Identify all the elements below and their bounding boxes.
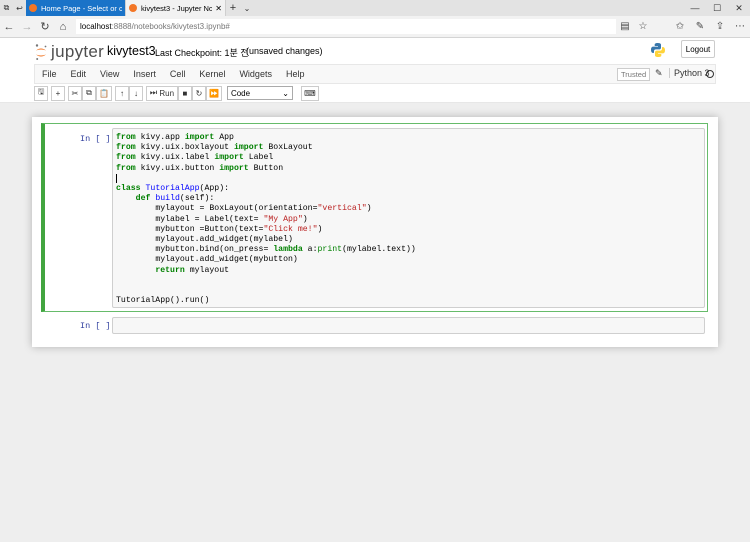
- keyboard-shortcuts-icon[interactable]: ⌨: [300, 85, 319, 101]
- run-label: Run: [159, 88, 175, 98]
- set-tabs-aside-icon[interactable]: ↩: [13, 0, 26, 16]
- code-line: class TutorialApp(App):: [116, 184, 230, 194]
- tab-actions-icon[interactable]: ⧉: [0, 0, 13, 16]
- home-icon[interactable]: ⌂: [54, 21, 72, 33]
- copy-icon[interactable]: ⧉: [82, 85, 96, 101]
- checkpoint-status: Last Checkpoint: 1분 전: [155, 48, 249, 58]
- code-line: return mylayout: [155, 265, 230, 275]
- chevron-down-icon[interactable]: ⌄: [240, 4, 254, 13]
- move-up-icon[interactable]: ↑: [114, 85, 129, 101]
- kernel-name[interactable]: Python 3: [669, 68, 710, 78]
- code-line: from kivy.uix.button import Button: [116, 163, 284, 173]
- code-line: mylabel = Label(text= "My App"): [155, 214, 308, 224]
- reading-view-icon[interactable]: ▤: [616, 21, 634, 32]
- code-line: from kivy.app import App: [116, 133, 234, 142]
- code-line: mylayout.add_widget(mybutton): [155, 255, 298, 265]
- menu-insert[interactable]: Insert: [126, 64, 163, 84]
- forward-icon[interactable]: →: [18, 21, 36, 33]
- code-line: def build(self):: [135, 194, 215, 204]
- stop-icon[interactable]: ■: [177, 85, 192, 101]
- close-tab-icon[interactable]: ✕: [215, 4, 222, 13]
- jupyter-logo[interactable]: jupyter: [34, 42, 104, 62]
- favorite-star-icon[interactable]: ☆: [634, 21, 652, 32]
- address-bar-row: ← → ↻ ⌂ localhost:8888/notebooks/kivytes…: [0, 16, 750, 38]
- cell-prompt: In [ ]:: [80, 134, 116, 144]
- browser-tab-home[interactable]: Home Page - Select or create: [26, 0, 126, 16]
- empty-code-input[interactable]: [112, 317, 705, 334]
- close-window-icon[interactable]: ✕: [728, 3, 750, 14]
- back-icon[interactable]: ←: [0, 21, 18, 33]
- new-tab-icon[interactable]: +: [226, 2, 240, 14]
- code-line: mybutton =Button(text="Click me!"): [155, 224, 323, 234]
- menu-help[interactable]: Help: [279, 64, 312, 84]
- maximize-icon[interactable]: ☐: [706, 3, 728, 14]
- refresh-icon[interactable]: ↻: [36, 20, 54, 33]
- python-logo-icon: [651, 43, 665, 57]
- menu-bar: File Edit View Insert Cell Kernel Widget…: [34, 64, 716, 84]
- minimize-icon[interactable]: —: [684, 3, 706, 14]
- code-line: mylayout = BoxLayout(orientation="vertic…: [155, 204, 372, 214]
- jupyter-favicon-icon: [129, 4, 137, 12]
- url-input[interactable]: localhost:8888/notebooks/kivytest3.ipynb…: [76, 19, 616, 34]
- run-icon: ⏭: [149, 88, 158, 97]
- code-line: TutorialApp().run(): [116, 296, 210, 306]
- menu-kernel[interactable]: Kernel: [192, 64, 232, 84]
- code-editor-text[interactable]: from kivy.app import App from kivy.uix.bo…: [116, 133, 416, 306]
- code-line: from kivy.uix.boxlayout import BoxLayout: [116, 143, 313, 153]
- url-path: :8888/notebooks/kivytest3.ipynb#: [111, 22, 230, 31]
- tab-title: Home Page - Select or create: [41, 3, 122, 13]
- trusted-indicator[interactable]: Trusted: [617, 68, 651, 81]
- notebook-toolbar: 🖫 + ✂ ⧉ 📋 ↑ ↓ ⏭ Run ■ ↻ ⏩ Code ⌄ ⌨: [34, 85, 716, 101]
- run-button[interactable]: ⏭ Run: [145, 85, 178, 101]
- kernel-status-icon: [706, 70, 714, 78]
- notes-icon[interactable]: ✎: [690, 21, 710, 32]
- autosave-status: (unsaved changes): [246, 46, 323, 56]
- restart-icon[interactable]: ↻: [191, 85, 206, 101]
- browser-tab-strip: ⧉ ↩ Home Page - Select or create kivytes…: [0, 0, 750, 16]
- cut-icon[interactable]: ✂: [68, 85, 82, 101]
- edit-mode-pencil-icon: ✎: [655, 68, 663, 78]
- restart-run-all-icon[interactable]: ⏩: [205, 85, 222, 101]
- menu-edit[interactable]: Edit: [64, 64, 94, 84]
- menu-view[interactable]: View: [93, 64, 126, 84]
- code-line: mylayout.add_widget(mylabel): [155, 235, 293, 245]
- jupyter-header: jupyter kivytest3 Last Checkpoint: 1분 전 …: [0, 38, 750, 103]
- paste-icon[interactable]: 📋: [96, 85, 112, 101]
- share-icon[interactable]: ⇪: [710, 21, 730, 32]
- jupyter-favicon-icon: [29, 4, 37, 12]
- chevron-down-icon: ⌄: [282, 88, 289, 98]
- save-icon[interactable]: 🖫: [34, 85, 48, 101]
- cell-prompt: In [ ]:: [80, 321, 116, 331]
- insert-cell-below-icon[interactable]: +: [51, 85, 65, 101]
- move-down-icon[interactable]: ↓: [128, 85, 143, 101]
- cell-type-select[interactable]: Code ⌄: [226, 86, 293, 100]
- url-host: localhost: [80, 22, 112, 31]
- jupyter-logo-icon: [35, 44, 47, 60]
- menu-cell[interactable]: Cell: [163, 64, 193, 84]
- browser-tab-notebook[interactable]: kivytest3 - Jupyter Notebook ✕: [126, 0, 226, 16]
- favorites-icon[interactable]: ✩: [670, 21, 690, 32]
- cell-type-value: Code: [230, 88, 251, 98]
- logo-text: jupyter: [51, 42, 105, 61]
- logout-button[interactable]: Logout: [681, 40, 715, 58]
- more-icon[interactable]: ⋯: [730, 21, 750, 32]
- code-line: from kivy.uix.label import Label: [116, 153, 274, 163]
- menu-file[interactable]: File: [35, 64, 64, 84]
- tab-title: kivytest3 - Jupyter Notebook: [141, 3, 213, 13]
- notebook-title[interactable]: kivytest3: [107, 44, 156, 58]
- menu-widgets[interactable]: Widgets: [232, 64, 279, 84]
- code-line: mybutton.bind(on_press= lambda a:print(m…: [155, 245, 416, 255]
